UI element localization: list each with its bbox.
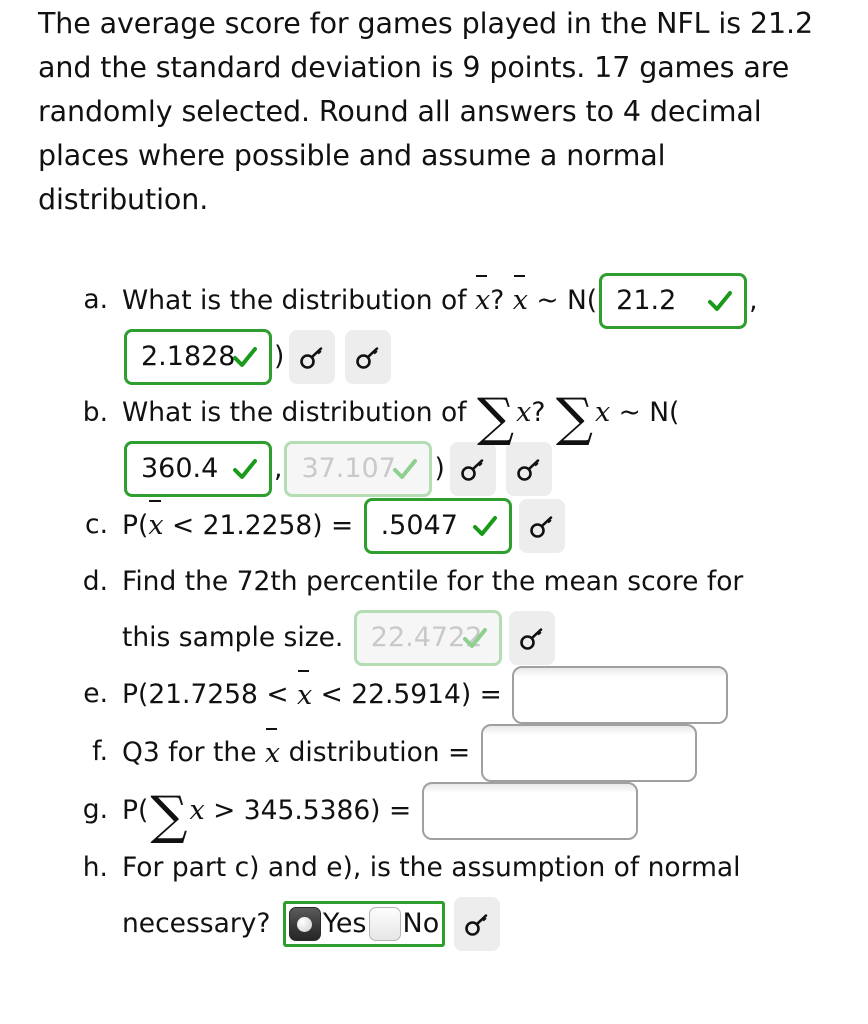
radio-no[interactable] — [368, 907, 401, 941]
part-b-comma: , — [274, 453, 283, 484]
part-c-prompt-text-2: < 21.2258) = — [163, 509, 362, 541]
key-icon — [529, 515, 552, 538]
part-b-prompt-text-2: ? — [531, 397, 554, 428]
question-part-c: c. P( x < 21.2258) = .5047 — [0, 497, 868, 554]
checkmark-icon — [472, 515, 497, 536]
problem-statement: The average score for games played in th… — [38, 7, 813, 216]
question-part-b: b. What is the distribution of ∑ x ? ∑ x… — [0, 385, 868, 497]
key-icon — [460, 459, 484, 481]
key-icon-button-a2[interactable] — [345, 330, 392, 384]
list-marker-b: b. — [82, 397, 108, 428]
checkmark-icon — [233, 459, 257, 479]
part-c-prompt-text: P( — [122, 509, 149, 541]
question-part-f: f. Q3 for the x distribution = — [0, 724, 868, 782]
part-a-prompt-text: What is the distribution of — [122, 284, 475, 316]
part-a-prompt-text-2: ? — [490, 284, 513, 316]
part-f-prompt-text: Q3 for the — [122, 737, 265, 768]
part-a-mean-input[interactable]: 21.2 — [599, 272, 748, 329]
list-marker-a: a. — [83, 284, 108, 315]
x-symbol: x — [594, 397, 611, 428]
part-b-mean-input[interactable]: 360.4 — [124, 441, 272, 497]
x-bar-symbol: x — [475, 272, 490, 329]
radio-no-label[interactable]: No — [402, 901, 441, 947]
checkmark-icon — [393, 459, 418, 479]
checkmark-icon — [462, 628, 487, 648]
summation-icon: ∑ — [555, 388, 593, 449]
key-icon-button-a1[interactable] — [289, 330, 336, 384]
radio-yes-label[interactable]: Yes — [322, 901, 368, 947]
x-symbol: x — [516, 397, 532, 428]
part-d-prompt-line2: this sample size. — [122, 622, 352, 653]
part-b-mean-value: 360.4 — [141, 453, 219, 484]
part-a-sd-input[interactable]: 2.1828 — [124, 329, 272, 385]
x-bar-symbol: x — [265, 725, 280, 782]
part-h-radio-group: Yes No — [282, 901, 446, 947]
part-h-prompt-line1: For part c) and e), is the assumption of… — [122, 852, 741, 883]
list-marker-e: e. — [83, 678, 108, 709]
key-icon — [356, 347, 379, 369]
part-a-sd-value: 2.1828 — [141, 341, 236, 372]
list-marker-c: c. — [85, 509, 108, 540]
problem-page: The average score for games played in th… — [0, 0, 868, 1024]
key-icon — [300, 347, 323, 369]
part-f-answer-input[interactable] — [480, 724, 697, 782]
part-a-mean-value: 21.2 — [616, 284, 677, 316]
list-marker-f: f. — [92, 736, 108, 767]
part-a-comma: , — [749, 284, 758, 316]
key-icon — [465, 914, 488, 936]
checkmark-icon — [233, 347, 257, 367]
x-symbol: x — [189, 795, 205, 826]
x-bar-symbol: x — [148, 497, 164, 554]
part-c-answer-input[interactable]: .5047 — [363, 497, 512, 554]
key-icon — [519, 628, 543, 650]
radio-yes-dot — [297, 916, 313, 932]
part-e-prompt-text: P(21.7258 < — [122, 679, 297, 710]
question-part-d: d. Find the 72th percentile for the mean… — [0, 554, 868, 666]
key-icon — [516, 459, 540, 481]
part-b-close-paren: ) — [434, 453, 445, 484]
part-b-prompt-text: What is the distribution of — [122, 397, 475, 428]
question-list: a. What is the distribution of x ? x ~ N… — [0, 272, 868, 952]
part-d-prompt-line1: Find the 72th percentile for the mean sc… — [122, 566, 744, 597]
part-c-answer-value: .5047 — [380, 509, 458, 541]
part-b-prompt-text-3: ~ N( — [610, 397, 680, 428]
key-icon-button-b2[interactable] — [505, 442, 552, 496]
key-icon-button-b1[interactable] — [449, 442, 496, 496]
part-a-close-paren: ) — [274, 341, 285, 372]
part-d-answer-input[interactable]: 22.4722 — [353, 610, 502, 666]
part-b-sd-input[interactable]: 37.107 — [284, 441, 433, 497]
question-part-e: e. P(21.7258 < x < 22.5914) = — [0, 666, 868, 724]
list-marker-h: h. — [82, 852, 108, 883]
summation-icon: ∑ — [476, 388, 515, 449]
part-f-prompt-text-2: distribution = — [280, 737, 479, 768]
question-part-g: g. P( ∑ x > 345.5386) = — [0, 782, 868, 847]
key-icon-button-h[interactable] — [454, 897, 501, 951]
part-e-answer-input[interactable] — [512, 666, 729, 724]
list-marker-g: g. — [82, 794, 108, 825]
question-part-a: a. What is the distribution of x ? x ~ N… — [0, 272, 868, 385]
checkmark-icon — [708, 290, 733, 311]
radio-yes[interactable] — [288, 907, 321, 941]
part-a-prompt-text-3: ~ N( — [527, 284, 598, 316]
question-part-h: h. For part c) and e), is the assumption… — [0, 840, 868, 952]
key-icon-button-d[interactable] — [508, 611, 555, 665]
x-bar-symbol: x — [513, 272, 528, 329]
part-g-prompt-text-2: > 345.5386) = — [204, 795, 420, 826]
x-bar-symbol: x — [297, 667, 312, 724]
part-b-sd-value: 37.107 — [301, 453, 396, 484]
key-icon-button-c[interactable] — [518, 498, 565, 553]
part-e-prompt-text-2: < 22.5914) = — [312, 679, 511, 710]
part-h-prompt-line2: necessary? — [122, 908, 279, 939]
list-marker-d: d. — [82, 566, 108, 597]
part-g-prompt-text: P( — [122, 795, 149, 826]
part-g-answer-input[interactable] — [421, 782, 638, 840]
summation-icon: ∑ — [150, 786, 188, 847]
